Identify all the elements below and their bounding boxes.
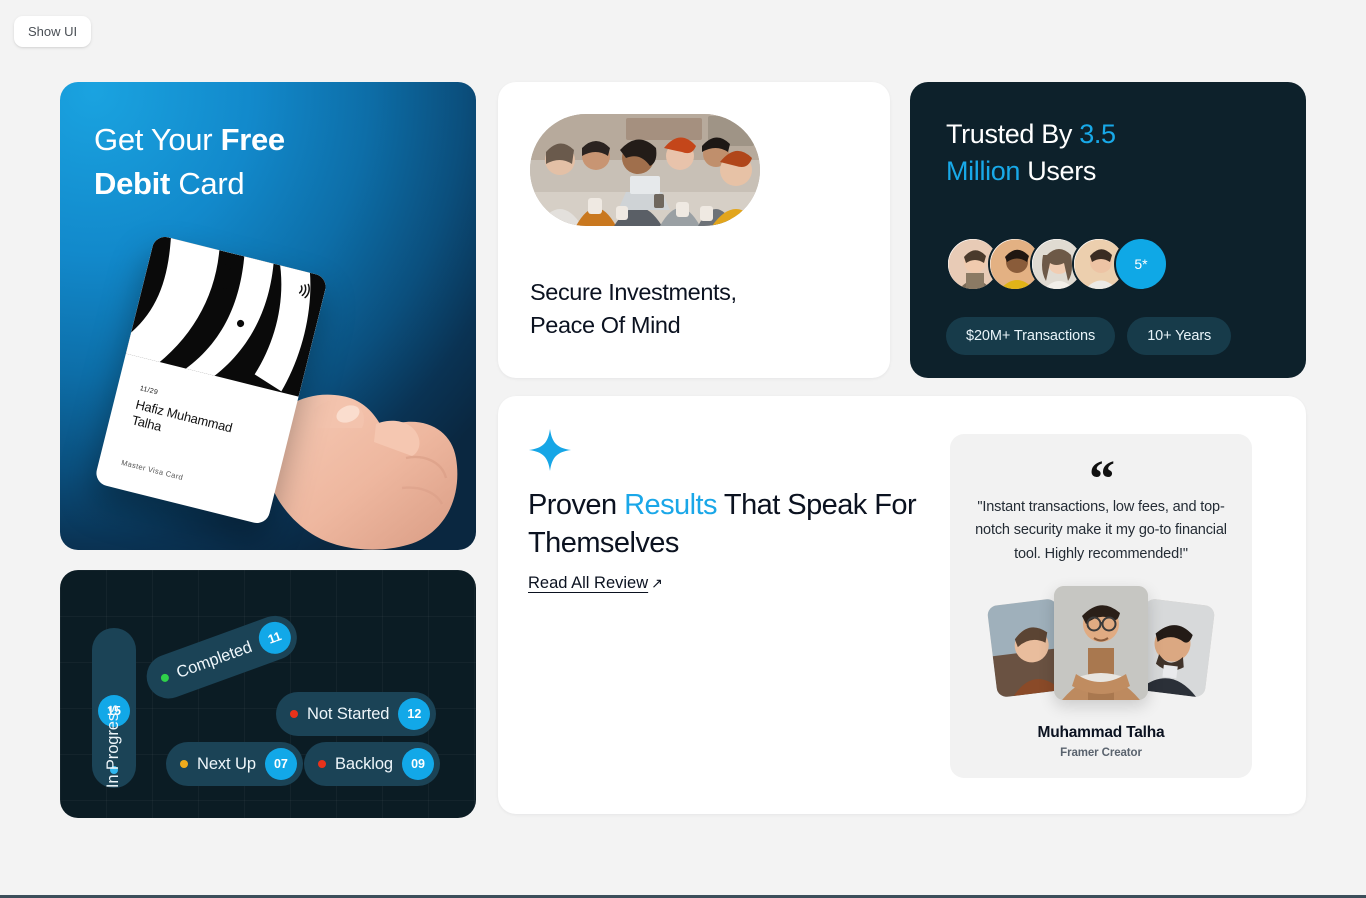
secure-investments-card[interactable]: Secure Investments, Peace Of Mind [498, 82, 890, 378]
status-dot-icon [290, 710, 298, 718]
testimonial-author-name: Muhammad Talha [1037, 724, 1165, 741]
secure-investments-title: Secure Investments, Peace Of Mind [530, 276, 866, 343]
testimonial-author-role: Framer Creator [1060, 747, 1142, 759]
status-chip-next-up[interactable]: Next Up 07 [166, 742, 303, 786]
testimonial-photo-stack [950, 584, 1252, 704]
status-chip-count: 12 [398, 698, 431, 730]
trusted-headline-number: 3.5 [1079, 119, 1116, 149]
status-dot-icon [318, 760, 326, 768]
card-expiry: 11/29 [138, 385, 159, 397]
trusted-headline: Trusted By 3.5 Million Users [946, 116, 1280, 191]
status-chip-count: 11 [254, 617, 296, 659]
stat-pill-years[interactable]: 10+ Years [1127, 317, 1232, 355]
status-chip-label: Next Up [197, 754, 256, 773]
read-all-review-link[interactable]: Read All Review ↗ [528, 574, 663, 593]
proven-results-title: Proven Results That Speak For Themselves [528, 486, 958, 563]
card-holder-name: Hafiz Muhammad Talha [130, 396, 234, 436]
trusted-headline-million: Million [946, 156, 1021, 187]
trusted-headline-post: Users [1020, 156, 1096, 187]
card-artwork [125, 234, 329, 397]
headline-part-2: Card [170, 166, 245, 202]
show-ui-button[interactable]: Show UI [14, 16, 92, 47]
testimonial-panel: “ "Instant transactions, low fees, and t… [950, 434, 1252, 778]
user-avatar-stack[interactable]: 5* [946, 237, 1168, 291]
team-meeting-photo [530, 114, 760, 226]
testimonial-photo-center [1054, 586, 1148, 700]
headline-bold-debit: Debit [94, 166, 171, 202]
read-all-review-label: Read All Review [528, 574, 649, 592]
debit-card-headline: Get Your Free Debit Card [94, 118, 285, 206]
headline-part-1: Get Your [94, 122, 221, 157]
rating-badge: 5* [1114, 237, 1168, 291]
trusted-headline-pre: Trusted By [946, 119, 1080, 149]
stat-pill-transactions[interactable]: $20M+ Transactions [946, 317, 1116, 355]
page-root: Show UI Get Your Free Debit Card 11/29 H… [0, 0, 1366, 898]
status-chip-label: In Progress [104, 704, 123, 789]
status-chip-label: Not Started [307, 704, 390, 723]
arrow-up-right-icon: ↗ [651, 575, 663, 591]
status-chip-count: 07 [264, 748, 297, 780]
status-chip-not-started[interactable]: Not Started 12 [276, 692, 437, 736]
trusted-by-card[interactable]: Trusted By 3.5 Million Users 5* $20M+ Tr… [910, 82, 1306, 378]
status-chip-backlog[interactable]: Backlog 09 [304, 742, 441, 786]
status-dot-icon [159, 672, 171, 683]
sparkle-icon [529, 429, 571, 471]
results-title-pre: Proven [528, 489, 625, 521]
secure-title-line1: Secure Investments, [530, 279, 737, 305]
card-type-label: Master Visa Card [120, 457, 185, 482]
secure-title-line2: Peace Of Mind [530, 312, 681, 339]
headline-bold-free: Free [220, 122, 286, 157]
proven-results-card[interactable]: Proven Results That Speak For Themselves… [498, 396, 1306, 814]
trusted-stat-pills: $20M+ Transactions 10+ Years [946, 317, 1232, 355]
status-chip-in-progress[interactable]: In Progress 15 [92, 628, 136, 788]
status-chip-count: 09 [402, 748, 435, 780]
status-dot-icon [180, 760, 188, 768]
testimonial-quote: "Instant transactions, low fees, and top… [975, 499, 1227, 562]
results-title-highlight: Results [624, 489, 717, 521]
status-chip-label: Backlog [335, 754, 394, 773]
debit-card-illustration: 11/29 Hafiz Muhammad Talha Master Visa C… [60, 232, 476, 550]
debit-card-promo[interactable]: Get Your Free Debit Card 11/29 Hafiz Muh… [60, 82, 476, 550]
